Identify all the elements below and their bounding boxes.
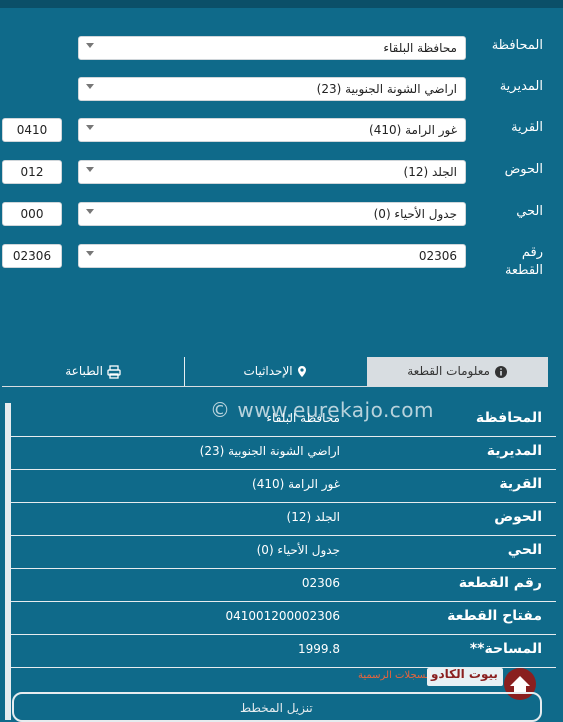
location-pin-icon: [298, 365, 307, 377]
detail-value: 02306: [301, 576, 340, 590]
form-row-directorate: اراضي الشونة الجنوبية (23) المديرية: [0, 77, 563, 101]
coords-label: الإحداثيات: [243, 364, 293, 378]
village-code-input[interactable]: 0410: [2, 118, 62, 142]
chevron-down-icon: [86, 43, 94, 48]
tab-parcel-info[interactable]: معلومات القطعة: [367, 357, 548, 386]
detail-value: الجلد (12): [286, 510, 340, 524]
tab-underline: [2, 386, 548, 387]
village-label: القرية: [511, 120, 543, 135]
chevron-down-icon: [86, 167, 94, 172]
detail-key: المديرية: [486, 443, 542, 459]
form-row-village: 0410 غور الرامة (410) القرية: [0, 118, 563, 142]
parcel-select-value: 02306: [418, 249, 457, 263]
parcel-label: رقم القطعة: [504, 245, 543, 278]
detail-row: القرية غور الرامة (410): [11, 469, 556, 503]
detail-value: غور الرامة (410): [252, 477, 340, 491]
chevron-down-icon: [86, 84, 94, 89]
governorate-select-value: محافظة البلقاء: [383, 41, 457, 55]
chevron-down-icon: [86, 125, 94, 130]
parcel-code-input[interactable]: 02306: [2, 244, 62, 268]
detail-value: جدول الأحياء (0): [256, 543, 340, 557]
tab-print[interactable]: الطباعة: [2, 357, 184, 386]
tab-coordinates[interactable]: الإحداثيات: [185, 357, 367, 386]
basin-label: الحوض: [504, 162, 543, 177]
form-row-parcel: 02306 02306 رقم القطعة: [0, 244, 563, 280]
watermark: © www.eurekajo.com: [210, 398, 435, 422]
neighborhood-select[interactable]: جدول الأحياء (0): [78, 202, 466, 226]
neighborhood-code-input[interactable]: 000: [2, 202, 62, 226]
detail-value: اراضي الشونة الجنوبية (23): [199, 444, 340, 458]
detail-value: 1999.8: [298, 642, 340, 656]
tab-bar: الطباعة الإحداثيات معلومات القطعة: [2, 357, 548, 386]
detail-key: المحافظة: [475, 410, 542, 426]
detail-key: **المساحة: [469, 641, 542, 657]
detail-row: الحي جدول الأحياء (0): [11, 535, 556, 569]
top-bar: [0, 0, 563, 8]
download-plan-label: تنزيل المخطط: [240, 701, 313, 715]
basin-select-value: الجلد (12): [403, 165, 457, 179]
basin-code-input[interactable]: 012: [2, 160, 62, 184]
neighborhood-label: الحي: [516, 204, 543, 219]
detail-key: القرية: [499, 476, 542, 492]
detail-key: مفتاح القطعة: [447, 608, 542, 624]
governorate-select[interactable]: محافظة البلقاء: [78, 36, 466, 60]
detail-value: 041001200002306: [225, 609, 340, 623]
form-row-neighborhood: 000 جدول الأحياء (0) الحي: [0, 202, 563, 226]
village-select[interactable]: غور الرامة (410): [78, 118, 466, 142]
directorate-select[interactable]: اراضي الشونة الجنوبية (23): [78, 77, 466, 101]
basin-select[interactable]: الجلد (12): [78, 160, 466, 184]
parcel-select[interactable]: 02306: [78, 244, 466, 268]
form-row-basin: 012 الجلد (12) الحوض: [0, 160, 563, 184]
directorate-label: المديرية: [499, 79, 543, 94]
detail-row: المديرية اراضي الشونة الجنوبية (23): [11, 436, 556, 470]
chevron-down-icon: [86, 251, 94, 256]
print-label: الطباعة: [65, 364, 103, 378]
detail-key: رقم القطعة: [458, 575, 542, 591]
neighborhood-select-value: جدول الأحياء (0): [373, 207, 457, 221]
info-icon: [494, 365, 507, 378]
logo-text: بيوت الكادو: [431, 667, 498, 681]
village-select-value: غور الرامة (410): [369, 123, 457, 137]
form-row-governorate: محافظة البلقاء المحافظة: [0, 36, 563, 60]
detail-key: الحي: [507, 542, 542, 558]
detail-row: رقم القطعة 02306: [11, 568, 556, 602]
detail-row: مفتاح القطعة 041001200002306: [11, 601, 556, 635]
detail-key: الحوض: [494, 509, 542, 525]
directorate-select-value: اراضي الشونة الجنوبية (23): [316, 82, 457, 96]
chevron-down-icon: [86, 209, 94, 214]
parcel-info-label: معلومات القطعة: [407, 364, 490, 378]
printer-icon: [107, 364, 121, 379]
governorate-label: المحافظة: [491, 38, 543, 53]
detail-row: الحوض الجلد (12): [11, 502, 556, 536]
